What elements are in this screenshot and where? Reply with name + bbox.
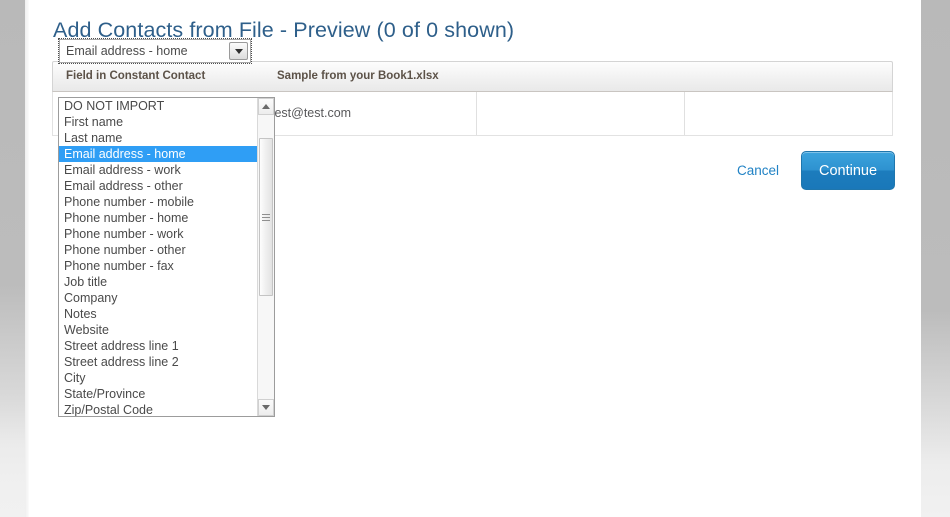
dropdown-option[interactable]: Email address - other <box>59 178 258 194</box>
triangle-up-icon <box>262 104 270 109</box>
dropdown-option[interactable]: Street address line 2 <box>59 354 258 370</box>
column-divider <box>684 92 685 135</box>
dropdown-scrollbar[interactable] <box>257 98 274 416</box>
left-gutter <box>0 0 25 517</box>
dropdown-option[interactable]: Phone number - work <box>59 226 258 242</box>
dropdown-option[interactable]: Phone number - home <box>59 210 258 226</box>
scrollbar-track[interactable] <box>258 115 274 399</box>
dropdown-option[interactable]: Phone number - fax <box>59 258 258 274</box>
dropdown-option[interactable]: First name <box>59 114 258 130</box>
field-select[interactable]: Email address - home <box>58 38 252 64</box>
content-area: Add Contacts from File - Preview (0 of 0… <box>29 0 916 517</box>
dropdown-option[interactable]: State/Province <box>59 386 258 402</box>
dropdown-option[interactable]: Email address - work <box>59 162 258 178</box>
column-divider <box>476 92 477 135</box>
dropdown-option[interactable]: Email address - home <box>59 146 258 162</box>
field-select-dropdown[interactable]: DO NOT IMPORT First name Last name Email ad… <box>58 97 275 417</box>
scrollbar-up-button[interactable] <box>258 98 274 115</box>
scrollbar-thumb[interactable] <box>259 138 273 296</box>
grip-icon <box>262 213 270 221</box>
right-gutter <box>921 0 950 517</box>
chevron-down-icon <box>234 48 243 54</box>
field-select-toggle[interactable] <box>229 42 248 60</box>
triangle-down-icon <box>262 405 270 410</box>
dropdown-option[interactable]: Street address line 1 <box>59 338 258 354</box>
dropdown-options-list[interactable]: DO NOT IMPORT First name Last name Email ad… <box>59 98 258 416</box>
scrollbar-down-button[interactable] <box>258 399 274 416</box>
page-root: Add Contacts from File - Preview (0 of 0… <box>0 0 950 517</box>
sample-value-cell: test@test.com <box>271 106 352 120</box>
dropdown-option[interactable]: Phone number - mobile <box>59 194 258 210</box>
dropdown-option[interactable]: DO NOT IMPORT <box>59 98 258 114</box>
column-header-field: Field in Constant Contact <box>66 70 206 82</box>
continue-button[interactable]: Continue <box>801 151 895 190</box>
dropdown-option[interactable]: City <box>59 370 258 386</box>
field-select-value: Email address - home <box>66 44 188 58</box>
dropdown-option[interactable]: Zip/Postal Code <box>59 402 258 416</box>
dropdown-option[interactable]: Phone number - other <box>59 242 258 258</box>
dropdown-option[interactable]: Job title <box>59 274 258 290</box>
column-header-sample: Sample from your Book1.xlsx <box>277 70 439 82</box>
dropdown-option[interactable]: Company <box>59 290 258 306</box>
table-header-row: Field in Constant Contact Sample from yo… <box>52 61 893 92</box>
dropdown-option[interactable]: Notes <box>59 306 258 322</box>
cancel-button[interactable]: Cancel <box>737 163 779 178</box>
dropdown-option[interactable]: Last name <box>59 130 258 146</box>
dropdown-option[interactable]: Website <box>59 322 258 338</box>
